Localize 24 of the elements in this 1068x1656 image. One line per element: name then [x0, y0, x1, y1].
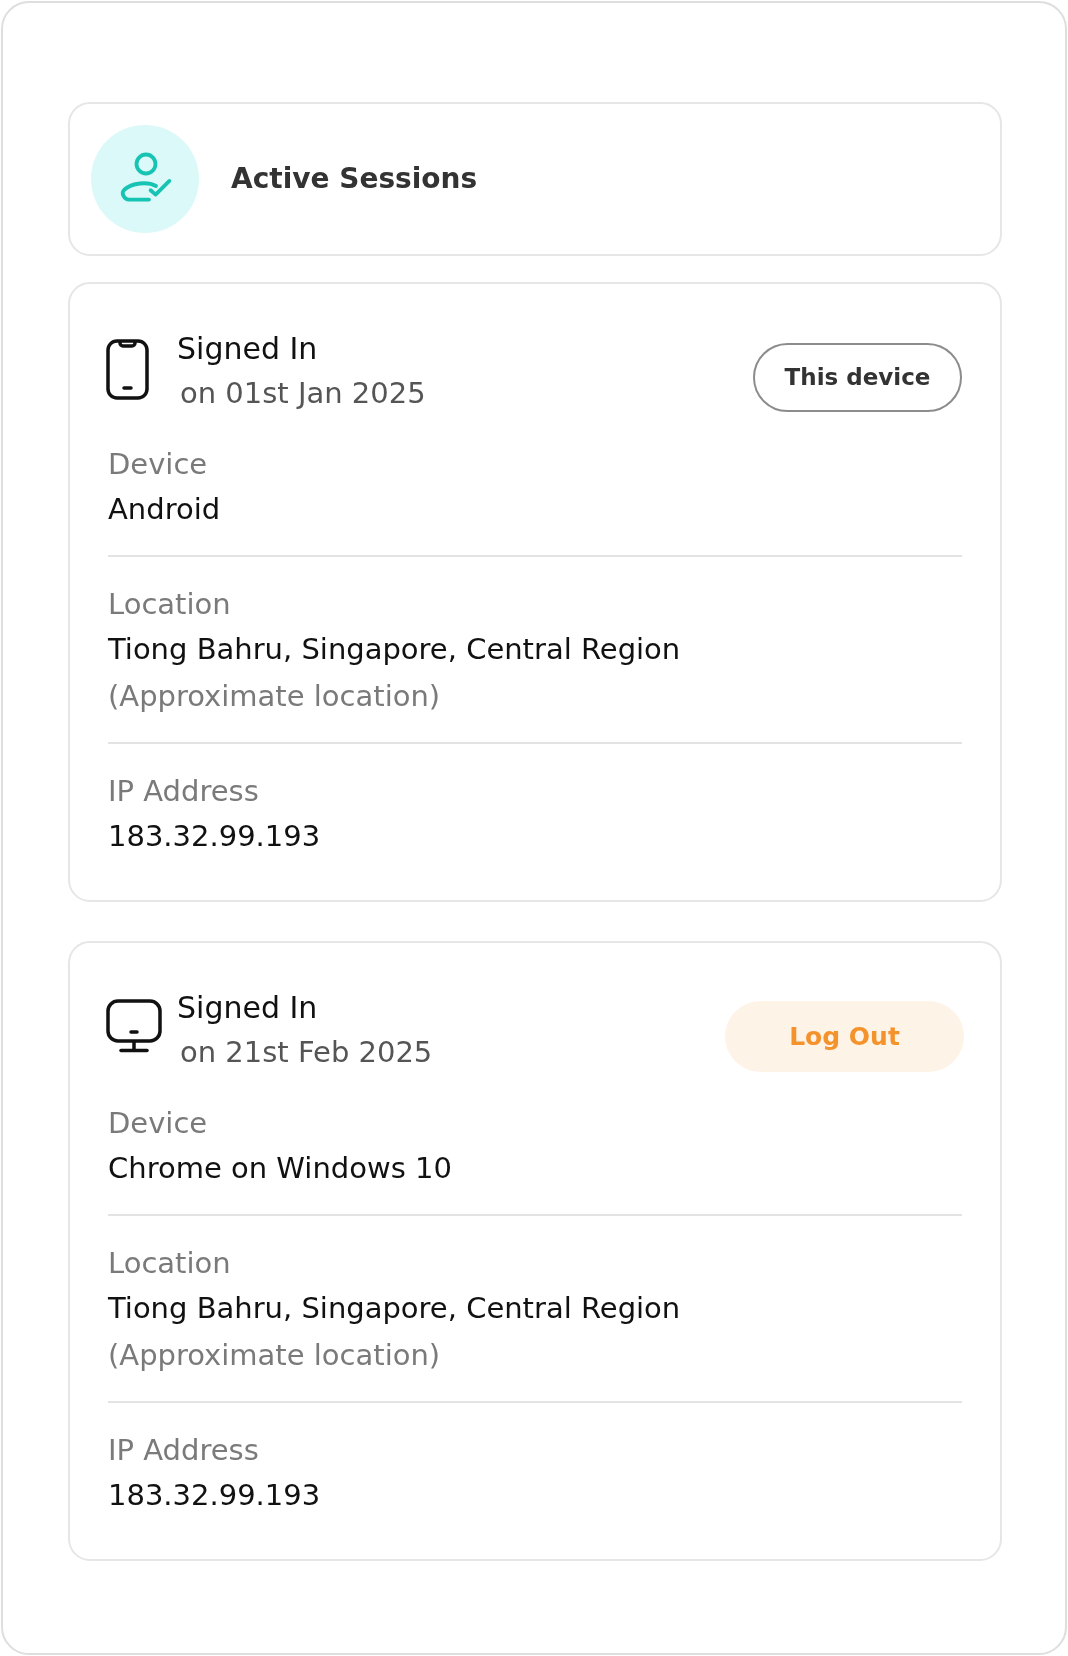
session-status: Signed In — [177, 330, 318, 368]
phone-icon — [106, 339, 149, 400]
field-label: IP Address — [108, 773, 259, 810]
user-check-icon — [91, 125, 199, 233]
field-value: Android — [108, 491, 221, 528]
session-date: on 01st Jan 2025 — [180, 375, 426, 412]
section-title: Active Sessions — [231, 161, 478, 197]
current-device-badge: This device — [753, 343, 962, 412]
session-date: on 21st Feb 2025 — [180, 1034, 433, 1071]
location-note: (Approximate location) — [108, 1337, 441, 1374]
field-label: IP Address — [108, 1432, 259, 1469]
field-label: Location — [108, 586, 231, 623]
field-label: Device — [108, 1105, 208, 1142]
field-value: Tiong Bahru, Singapore, Central Region — [108, 631, 681, 668]
field-value: Tiong Bahru, Singapore, Central Region — [108, 1290, 681, 1327]
location-note: (Approximate location) — [108, 678, 441, 715]
field-label: Location — [108, 1245, 231, 1282]
log-out-button[interactable]: Log Out — [725, 1001, 964, 1072]
field-value: Chrome on Windows 10 — [108, 1150, 452, 1187]
field-value: 183.32.99.193 — [108, 818, 321, 855]
field-value: 183.32.99.193 — [108, 1477, 321, 1514]
session-status: Signed In — [177, 989, 318, 1027]
monitor-icon — [106, 999, 162, 1054]
field-label: Device — [108, 446, 208, 483]
